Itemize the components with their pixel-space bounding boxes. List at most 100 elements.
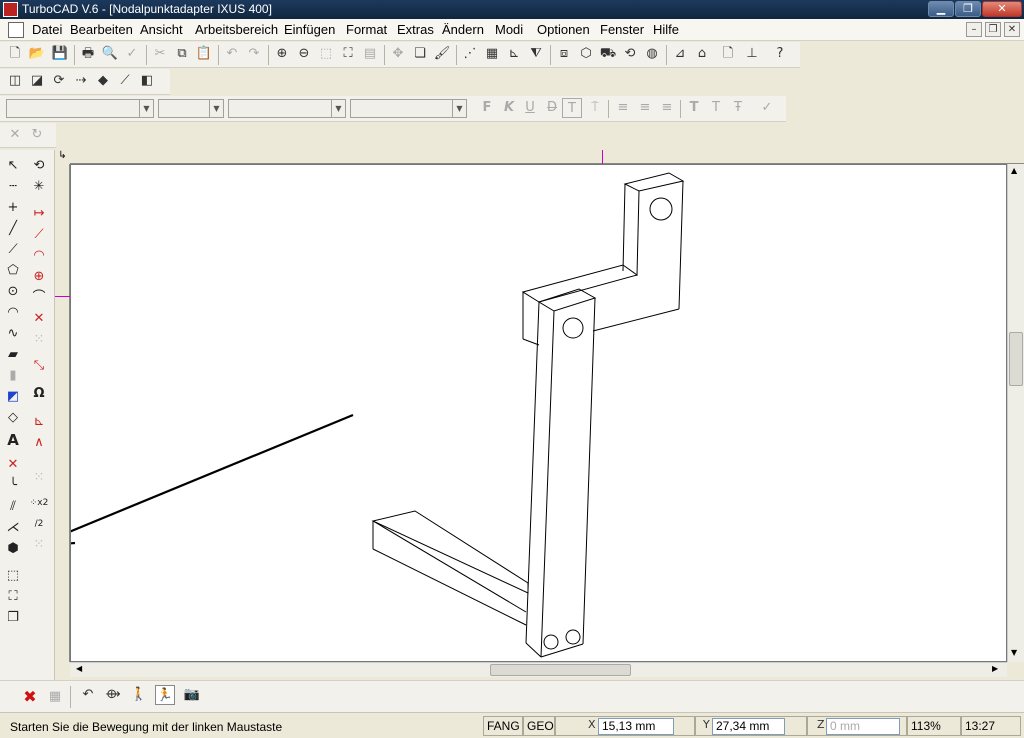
fill-disabled-icon[interactable]: ▮ bbox=[3, 366, 23, 386]
walk-path-icon[interactable]: ⟴ bbox=[103, 685, 123, 705]
grid-snap-icon[interactable]: ⋰ bbox=[460, 44, 480, 64]
workplane-icon[interactable]: ⧨ bbox=[526, 44, 546, 64]
solid-modify-icon[interactable]: ⬢ bbox=[3, 539, 23, 559]
render-icon[interactable]: ◍ bbox=[642, 44, 662, 64]
snap-mode-fang[interactable]: FANG bbox=[483, 716, 523, 736]
spell-check-text-icon[interactable]: ✓ bbox=[757, 98, 777, 118]
snap-line-icon[interactable]: ↦ bbox=[29, 204, 49, 224]
scroll-right-icon[interactable]: ▶ bbox=[992, 664, 998, 673]
pen-combo[interactable]: ▼ bbox=[158, 99, 224, 118]
chevron-down-icon[interactable]: ▼ bbox=[209, 100, 223, 117]
zoom-out-icon[interactable]: ⊖ bbox=[294, 44, 314, 64]
workplane-offset-icon[interactable]: ⇢ bbox=[71, 71, 91, 91]
delete-icon[interactable]: ✖ bbox=[20, 687, 40, 707]
orbit-icon[interactable]: ⟲ bbox=[620, 44, 640, 64]
offset-icon[interactable]: ⫽ bbox=[3, 497, 23, 517]
x-coordinate-field[interactable]: 15,13 mm bbox=[598, 718, 674, 735]
chevron-down-icon[interactable]: ▼ bbox=[139, 100, 153, 117]
chevron-down-icon[interactable]: ▼ bbox=[331, 100, 345, 117]
camera-view-icon[interactable]: 📷 bbox=[182, 685, 202, 705]
snap-x2-icon[interactable]: ⁘x2 bbox=[29, 493, 49, 513]
point-icon[interactable]: + bbox=[3, 198, 23, 218]
scroll-left-icon[interactable]: ◀ bbox=[76, 664, 82, 673]
menu-fenster[interactable]: Fenster bbox=[600, 22, 644, 37]
snap-near-icon[interactable]: ⤡ bbox=[29, 356, 49, 376]
paste-icon[interactable]: 📋 bbox=[194, 44, 214, 64]
ruler-corner-icon[interactable]: ↳ bbox=[55, 150, 70, 164]
z-coordinate-field[interactable]: 0 mm bbox=[826, 718, 900, 735]
snap-tangent-icon[interactable]: ⌒ bbox=[29, 288, 49, 308]
walk-icon[interactable]: 🚶 bbox=[129, 685, 149, 705]
menu-format[interactable]: Format bbox=[346, 22, 387, 37]
menu-hilfe[interactable]: Hilfe bbox=[653, 22, 679, 37]
snap-half-icon[interactable]: /2 bbox=[29, 514, 49, 534]
snap-perpendicular-icon[interactable]: ⊾ bbox=[29, 412, 49, 432]
close-button[interactable]: ✕ bbox=[982, 1, 1022, 17]
insert-text-button[interactable]: T bbox=[684, 98, 704, 118]
drawing-canvas[interactable] bbox=[70, 164, 1007, 662]
text-format-icon[interactable]: Ŧ bbox=[728, 98, 748, 118]
underline-button[interactable]: U bbox=[520, 98, 540, 118]
workplane-world-icon[interactable]: ◧ bbox=[137, 71, 157, 91]
strikethrough-button[interactable]: D bbox=[542, 98, 562, 118]
scroll-down-icon[interactable]: ▼ bbox=[1011, 648, 1017, 657]
block-insert-icon[interactable]: ◩ bbox=[3, 387, 23, 407]
menu-arbeitsbereich[interactable]: Arbeitsbereich bbox=[195, 22, 278, 37]
view-3d-icon[interactable]: ⧈ bbox=[554, 44, 574, 64]
layers-icon[interactable]: ❏ bbox=[410, 44, 430, 64]
special-char-icon[interactable]: ⍑ bbox=[585, 98, 605, 118]
rotate-icon[interactable]: ⟲ bbox=[29, 156, 49, 176]
chamfer-icon[interactable]: ⋌ bbox=[3, 518, 23, 538]
horizontal-scroll-thumb[interactable] bbox=[490, 664, 631, 676]
zoom-extents-icon[interactable]: ⛶ bbox=[338, 44, 358, 64]
snap-angle-icon[interactable]: ∧ bbox=[29, 433, 49, 453]
box-icon[interactable]: ⬡ bbox=[576, 44, 596, 64]
coordinate-icon[interactable]: ⊥ bbox=[742, 44, 762, 64]
text-tool-icon[interactable]: A bbox=[3, 430, 23, 450]
save-icon[interactable]: 💾 bbox=[50, 44, 70, 64]
cut-icon[interactable]: ✂ bbox=[150, 44, 170, 64]
menu-aendern[interactable]: Ändern bbox=[442, 22, 484, 37]
property-icon[interactable]: ▤ bbox=[360, 44, 380, 64]
menu-datei[interactable]: Datei bbox=[32, 22, 62, 37]
text-style-button[interactable]: T bbox=[706, 98, 726, 118]
cross-disabled-icon[interactable]: ✕ bbox=[5, 125, 25, 145]
snap-extra-icon[interactable]: ⁙ bbox=[29, 535, 49, 555]
line-icon[interactable]: ╱ bbox=[3, 219, 23, 239]
y-coordinate-field[interactable]: 27,34 mm bbox=[712, 718, 785, 735]
minimize-button[interactable]: ▁ bbox=[928, 1, 954, 17]
layer-combo[interactable]: ▼ bbox=[6, 99, 154, 118]
print-icon[interactable]: 🖶 bbox=[78, 44, 98, 64]
curve-icon[interactable]: ∿ bbox=[3, 324, 23, 344]
bold-button[interactable]: F bbox=[477, 98, 497, 118]
circle-icon[interactable]: ⊙ bbox=[3, 282, 23, 302]
vertical-scroll-thumb[interactable] bbox=[1009, 332, 1023, 386]
workplane-green-icon[interactable]: ◆ bbox=[93, 71, 113, 91]
vertical-scrollbar[interactable]: ▲ ▼ bbox=[1007, 164, 1024, 662]
mdi-minimize-button[interactable]: – bbox=[966, 22, 982, 37]
arc-icon[interactable]: ◠ bbox=[3, 303, 23, 323]
select-arrow-icon[interactable]: ↖ bbox=[3, 156, 23, 176]
textbox-button[interactable]: T bbox=[562, 98, 582, 118]
snap-intersection-icon[interactable]: ✕ bbox=[29, 309, 49, 329]
snap-mode-geo[interactable]: GEO bbox=[523, 716, 555, 736]
workplane-by-3-points-icon[interactable]: ◫ bbox=[5, 71, 25, 91]
trim-icon[interactable]: ✕ bbox=[3, 455, 23, 475]
align-right-icon[interactable]: ≡ bbox=[657, 98, 677, 118]
snap-asterisk-icon[interactable]: ✳ bbox=[29, 177, 49, 197]
dashed-line-icon[interactable]: ┄ bbox=[3, 177, 23, 197]
workplane-rotate-icon[interactable]: ⟳ bbox=[49, 71, 69, 91]
run-icon[interactable]: 🏃 bbox=[155, 685, 175, 705]
select-frame-icon[interactable]: ⛶ bbox=[3, 587, 23, 607]
table-icon[interactable]: ▦ bbox=[45, 687, 65, 707]
page-icon[interactable]: 🗋 bbox=[718, 44, 738, 64]
menu-ansicht[interactable]: Ansicht bbox=[140, 22, 183, 37]
group-icon[interactable]: ⬚ bbox=[3, 566, 23, 586]
menu-modi[interactable]: Modi bbox=[495, 22, 523, 37]
align-left-icon[interactable]: ≡ bbox=[613, 98, 633, 118]
horizontal-scrollbar[interactable]: ◀ ▶ bbox=[70, 662, 1007, 677]
magnet-icon[interactable]: Ω bbox=[29, 384, 49, 404]
dimension-icon[interactable]: ◇ bbox=[3, 408, 23, 428]
undo-icon[interactable]: ↶ bbox=[222, 44, 242, 64]
named-view-icon[interactable]: ⊿ bbox=[670, 44, 690, 64]
